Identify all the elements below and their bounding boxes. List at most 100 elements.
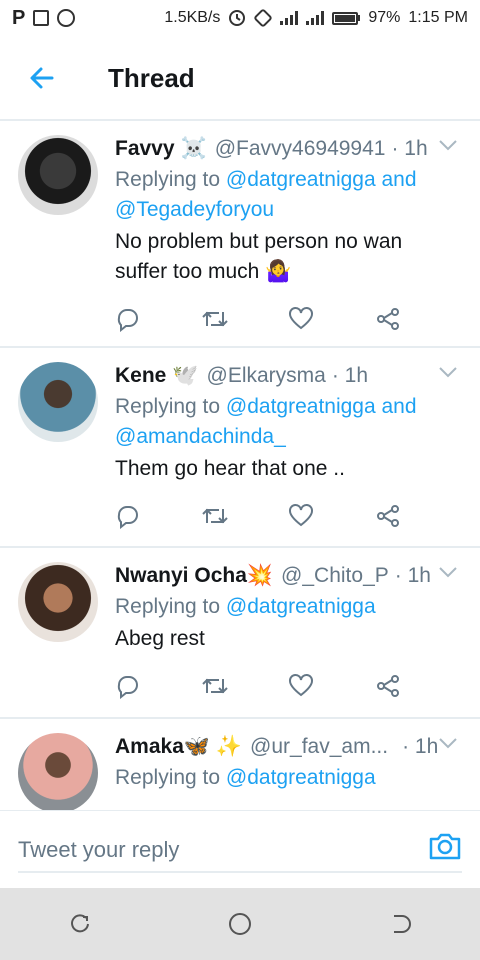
reply-button[interactable] — [113, 671, 143, 701]
network-speed: 1.5KB/s — [164, 9, 221, 26]
share-button[interactable] — [373, 671, 403, 701]
heart-icon — [289, 674, 314, 697]
tweet-meta: Favvy ☠️ @Favvy46949941 · 1h — [115, 135, 450, 163]
display-name[interactable]: Amaka — [115, 735, 184, 759]
timestamp: · 1h — [394, 564, 431, 587]
avatar[interactable] — [18, 362, 98, 442]
share-icon — [376, 308, 399, 330]
reply-icon — [117, 506, 138, 529]
recent-apps-icon[interactable] — [68, 912, 92, 936]
back-button[interactable] — [0, 36, 84, 120]
replying-to: Replying to @datgreatnigga — [115, 763, 450, 793]
like-button[interactable] — [286, 501, 316, 531]
handle[interactable]: @ur_fav_am... — [250, 735, 388, 759]
mention-link[interactable]: @amandachinda_ — [115, 425, 286, 448]
back-arrow-icon — [30, 67, 54, 89]
timestamp: · 1h — [402, 735, 439, 758]
reply-composer-bar: Tweet your reply — [0, 810, 480, 888]
tweet-text: No problem but person no wan suffer too … — [115, 227, 450, 287]
handle[interactable]: @Elkarysma — [207, 364, 326, 388]
tweet-text-line: Them go hear that one .. — [115, 457, 345, 480]
retweet-button[interactable] — [200, 304, 230, 334]
replying-to-label: Replying to — [115, 168, 226, 191]
name-emoji: 🦋 ✨ — [183, 735, 243, 758]
tweet[interactable]: Kene 🕊️ @Elkarysma · 1h Replying to @dat… — [0, 348, 480, 548]
retweet-button[interactable] — [200, 501, 230, 531]
like-button[interactable] — [286, 304, 316, 334]
timestamp: · 1h — [331, 364, 369, 387]
tweet-actions — [113, 501, 403, 531]
display-name[interactable]: Kene — [115, 364, 166, 388]
rotate-lock-icon — [254, 9, 273, 27]
replying-to: Replying to @datgreatnigga — [115, 592, 450, 622]
retweet-icon — [201, 678, 228, 694]
thread-list[interactable]: Favvy ☠️ @Favvy46949941 · 1h Replying to… — [0, 121, 480, 810]
avatar[interactable] — [18, 733, 98, 810]
replying-to: Replying to @datgreatnigga and @amandach… — [115, 392, 450, 452]
reply-placeholder: Tweet your reply — [18, 837, 180, 862]
whatsapp-icon — [57, 9, 76, 27]
system-nav-bar — [0, 888, 480, 960]
chevron-down-icon[interactable] — [438, 366, 458, 378]
tweet-text-line: Abeg rest — [115, 627, 205, 650]
back-nav-icon[interactable] — [388, 912, 412, 936]
reply-icon — [117, 676, 138, 699]
replying-to: Replying to @datgreatnigga and @Tegadeyf… — [115, 165, 450, 225]
battery-icon — [332, 11, 361, 25]
share-icon — [376, 505, 399, 527]
replying-to-label: Replying to — [115, 395, 226, 418]
tweet[interactable]: Amaka 🦋 ✨ @ur_fav_am... · 1h Replying to… — [0, 719, 480, 810]
timestamp: · 1h — [391, 137, 428, 160]
tweet-meta: Amaka 🦋 ✨ @ur_fav_am... · 1h — [115, 733, 450, 761]
replying-to-label: Replying to — [115, 595, 226, 618]
tweet-text-line: No problem but person no wan — [115, 230, 403, 253]
app-header: Thread — [0, 36, 480, 120]
tweet-text: Them go hear that one .. — [115, 454, 450, 484]
mention-link[interactable]: @datgreatnigga — [226, 766, 376, 789]
mention-link[interactable]: @datgreatnigga — [226, 595, 376, 618]
retweet-icon — [201, 508, 228, 524]
name-emoji: 🕊️ — [172, 364, 199, 387]
screenshot-icon — [33, 10, 50, 26]
avatar[interactable] — [18, 562, 98, 642]
camera-icon[interactable] — [428, 831, 462, 861]
mention-link[interactable]: @Tegadeyforyou — [115, 198, 274, 221]
tweet-meta: Kene 🕊️ @Elkarysma · 1h — [115, 362, 450, 390]
handle[interactable]: @Favvy46949941 — [215, 137, 386, 161]
chevron-down-icon[interactable] — [438, 737, 458, 749]
tweet-actions — [113, 671, 403, 701]
reply-icon — [117, 309, 138, 332]
name-emoji: 💥 — [246, 564, 274, 587]
clock: 1:15 PM — [408, 9, 468, 26]
like-button[interactable] — [286, 671, 316, 701]
tweet-actions — [113, 304, 403, 334]
home-icon[interactable] — [227, 911, 253, 937]
tweet[interactable]: Nwanyi Ocha 💥 @_Chito_P · 1h Replying to… — [0, 548, 480, 719]
chevron-down-icon[interactable] — [438, 139, 458, 151]
heart-icon — [289, 504, 314, 527]
share-button[interactable] — [373, 304, 403, 334]
retweet-button[interactable] — [200, 671, 230, 701]
replying-to-label: Replying to — [115, 766, 226, 789]
reply-input[interactable]: Tweet your reply — [18, 829, 462, 873]
share-button[interactable] — [373, 501, 403, 531]
tweet[interactable]: Favvy ☠️ @Favvy46949941 · 1h Replying to… — [0, 121, 480, 348]
name-emoji: ☠️ — [180, 137, 207, 160]
avatar[interactable] — [18, 135, 98, 215]
alarm-icon — [229, 10, 246, 26]
status-left-icons: P — [12, 7, 76, 30]
status-right: 1.5KB/s 97% 1:15 PM — [164, 9, 468, 27]
retweet-icon — [201, 311, 228, 327]
mention-link[interactable]: @datgreatnigga and — [226, 395, 417, 418]
reply-button[interactable] — [113, 304, 143, 334]
tweet-meta: Nwanyi Ocha 💥 @_Chito_P · 1h — [115, 562, 450, 590]
reply-button[interactable] — [113, 501, 143, 531]
chevron-down-icon[interactable] — [438, 566, 458, 578]
mention-link[interactable]: @datgreatnigga and — [226, 168, 417, 191]
display-name[interactable]: Nwanyi Ocha — [115, 564, 247, 588]
handle[interactable]: @_Chito_P — [281, 564, 389, 588]
display-name[interactable]: Favvy — [115, 137, 175, 161]
signal-icon — [280, 11, 299, 25]
page-title: Thread — [108, 62, 195, 93]
status-bar: P 1.5KB/s 97% 1:15 PM — [0, 0, 480, 36]
